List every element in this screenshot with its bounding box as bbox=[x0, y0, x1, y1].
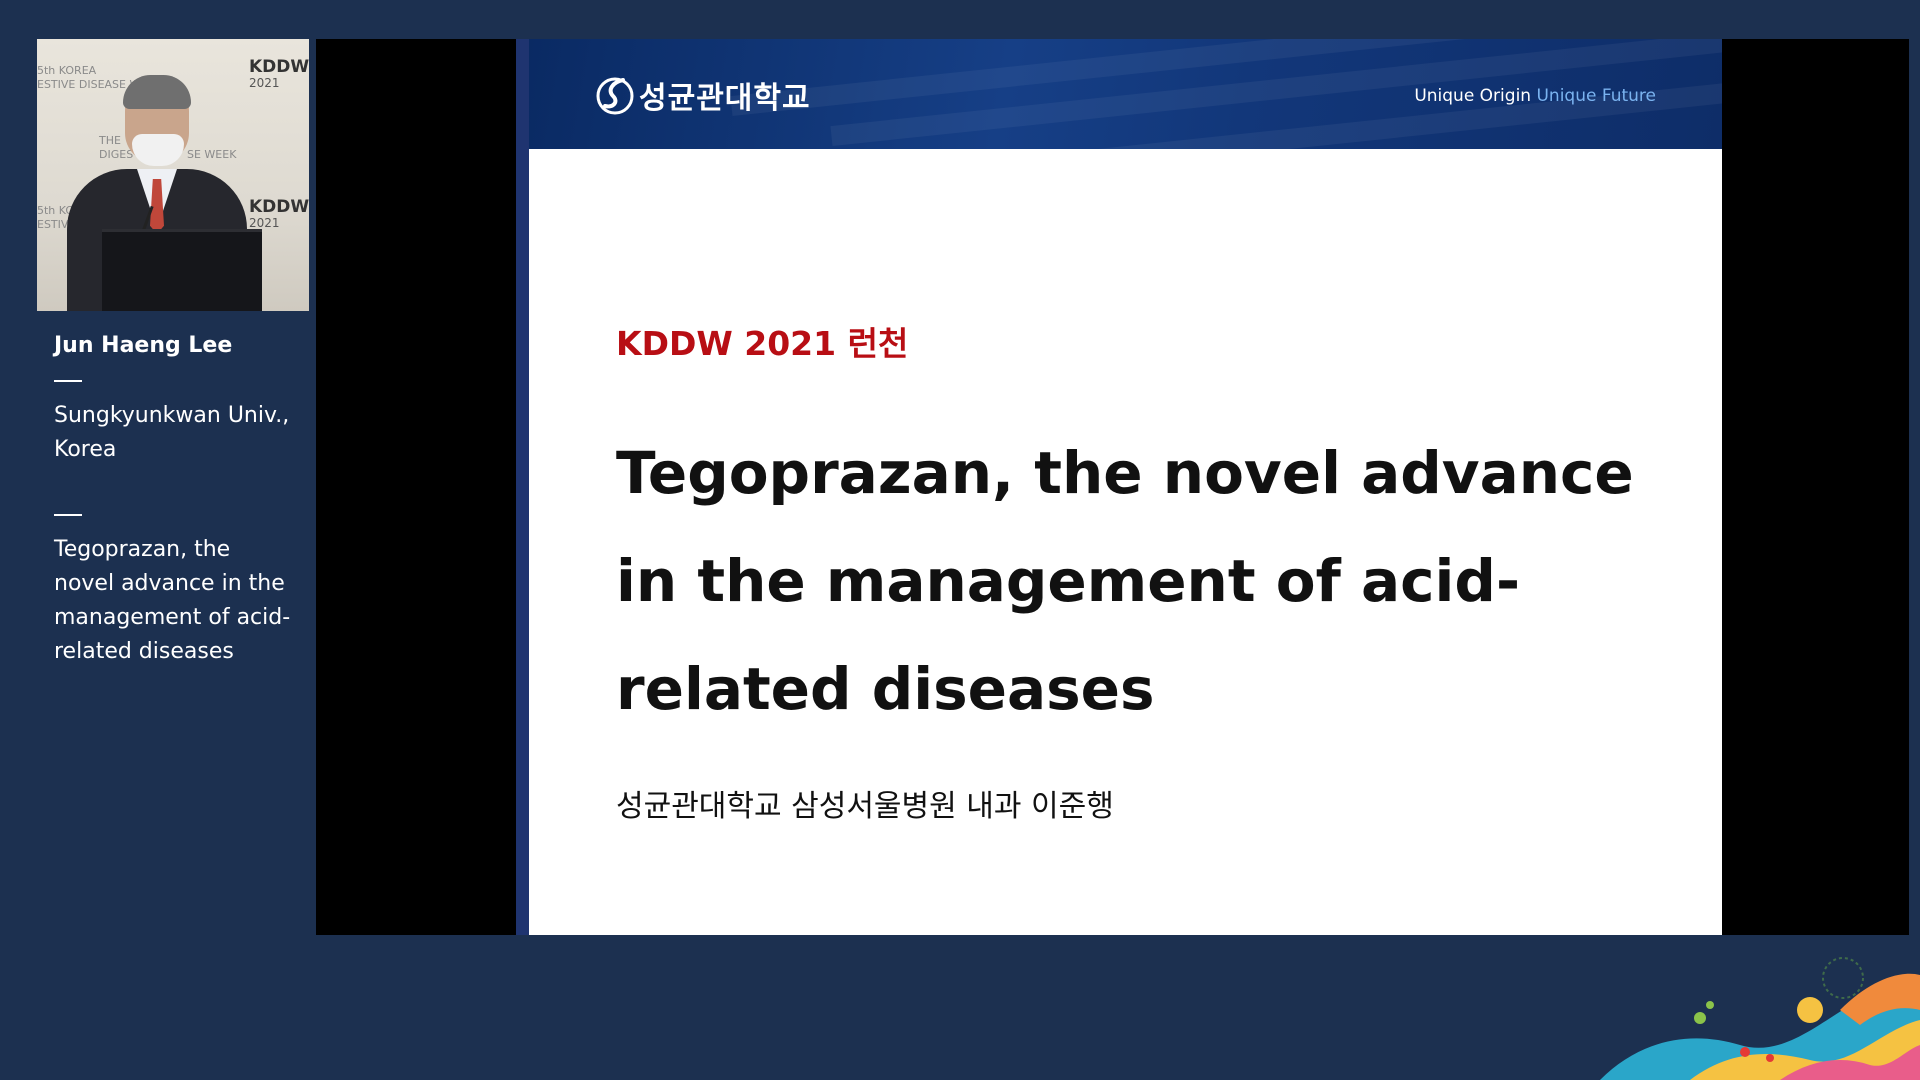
backdrop-text: SE WEEK bbox=[187, 148, 237, 161]
backdrop-text: DIGES bbox=[99, 148, 134, 161]
separator bbox=[54, 380, 82, 382]
slogan-future: Unique Future bbox=[1536, 86, 1656, 106]
university-logo-icon bbox=[596, 77, 634, 115]
slide-header: 성균관대학교 Unique Origin Unique Future bbox=[529, 39, 1722, 149]
kddw-logo: KDDW 2021 bbox=[249, 57, 309, 91]
backdrop-text: THE bbox=[99, 134, 121, 147]
slide-stage: 성균관대학교 Unique Origin Unique Future KDDW … bbox=[316, 39, 1909, 935]
slogan-origin: Unique Origin bbox=[1414, 86, 1532, 106]
slide-title: Tegoprazan, the novel advance in the man… bbox=[616, 439, 1634, 723]
speaker-affiliation: Sungkyunkwan Univ., Korea bbox=[54, 403, 290, 462]
university-logo-text: 성균관대학교 bbox=[639, 81, 811, 116]
separator bbox=[54, 514, 82, 516]
speaker-mask bbox=[132, 134, 184, 166]
event-line: KDDW 2021 런천 bbox=[616, 324, 909, 363]
podium bbox=[102, 229, 262, 311]
presenter-line: 성균관대학교 삼성서울병원 내과 이준행 bbox=[616, 789, 1114, 824]
speaker-hair bbox=[123, 75, 191, 109]
speaker-video: 5th KOREA ESTIVE DISEASE WEEK THE DIGES … bbox=[37, 39, 309, 311]
decorative-corner-art bbox=[1600, 957, 1920, 1080]
kddw-logo: KDDW 2021 bbox=[249, 197, 309, 231]
talk-title: Tegoprazan, the novel advance in the man… bbox=[54, 537, 291, 664]
slogan: Unique Origin Unique Future bbox=[1414, 86, 1656, 106]
backdrop-text: 5th KOREA bbox=[37, 64, 97, 77]
presentation-slide: 성균관대학교 Unique Origin Unique Future KDDW … bbox=[516, 39, 1722, 935]
speaker-name: Jun Haeng Lee bbox=[54, 333, 233, 358]
